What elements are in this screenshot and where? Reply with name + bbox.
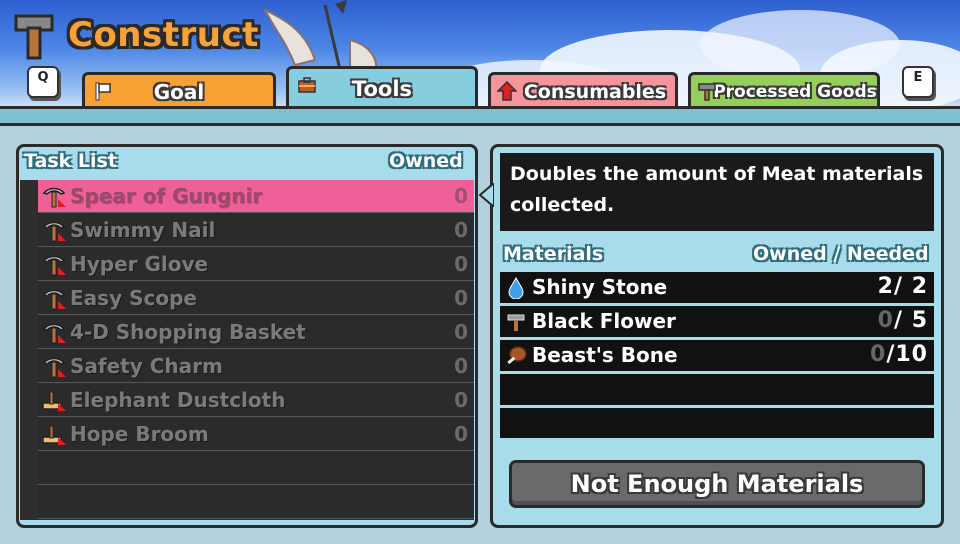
- task-item-spear-of-gungnir[interactable]: Spear of Gungnir 0: [38, 180, 474, 213]
- broom-icon: [42, 391, 66, 411]
- task-item-safety-charm[interactable]: Safety Charm 0: [38, 350, 474, 383]
- task-owned: 0: [454, 388, 468, 412]
- material-row-empty: [500, 374, 934, 407]
- task-list: Spear of Gungnir 0 Swimmy Nail 0 Hyper G…: [20, 180, 474, 520]
- material-row-empty: [500, 408, 934, 440]
- task-name: Elephant Dustcloth: [70, 388, 286, 412]
- task-item-hope-broom[interactable]: Hope Broom 0: [38, 418, 474, 451]
- task-item-empty: [38, 452, 474, 485]
- material-name: Beast's Bone: [532, 343, 678, 367]
- toolbox-icon: [298, 77, 316, 93]
- hammer-icon: [507, 314, 525, 331]
- task-name: Hyper Glove: [70, 252, 209, 276]
- task-item-hyper-glove[interactable]: Hyper Glove 0: [38, 248, 474, 281]
- material-quantity: 0/10: [870, 342, 928, 367]
- flag-icon: [95, 82, 111, 101]
- task-name: Hope Broom: [70, 422, 209, 446]
- pickaxe-icon: [42, 255, 66, 276]
- tab-label: Processed Goods: [713, 81, 877, 102]
- tab-processed-goods[interactable]: Processed Goods: [688, 72, 880, 108]
- pointer-arrow-icon: [478, 183, 494, 207]
- q-key-hint[interactable]: Q: [27, 66, 59, 98]
- material-row-shiny-stone[interactable]: Shiny Stone 2/ 2: [500, 272, 934, 305]
- pickaxe-icon: [42, 187, 66, 208]
- task-name: Spear of Gungnir: [70, 184, 263, 208]
- tab-strip: [0, 106, 960, 126]
- owned-header: Owned: [389, 150, 463, 172]
- pickaxe-icon: [42, 323, 66, 344]
- pickaxe-icon: [42, 357, 66, 378]
- tab-label: Tools: [351, 76, 413, 101]
- meat-icon: [507, 346, 527, 365]
- tab-tools[interactable]: Tools: [286, 66, 478, 108]
- up-arrow-icon: [497, 81, 517, 101]
- task-owned: 0: [454, 184, 468, 208]
- material-quantity: 2/ 2: [877, 274, 928, 299]
- broom-icon: [42, 425, 66, 445]
- task-name: 4-D Shopping Basket: [70, 320, 306, 344]
- task-name: Swimmy Nail: [70, 218, 216, 242]
- tab-goal[interactable]: Goal: [82, 72, 276, 108]
- task-name: Easy Scope: [70, 286, 197, 310]
- screen-title: Construct: [14, 8, 259, 62]
- pickaxe-icon: [42, 289, 66, 310]
- owned-needed-header: Owned / Needed: [753, 243, 929, 265]
- task-owned: 0: [454, 252, 468, 276]
- task-owned: 0: [454, 320, 468, 344]
- water-drop-icon: [508, 277, 524, 299]
- task-item-elephant-dustcloth[interactable]: Elephant Dustcloth 0: [38, 384, 474, 417]
- task-item-swimmy-nail[interactable]: Swimmy Nail 0: [38, 214, 474, 247]
- e-key-hint[interactable]: E: [902, 66, 934, 98]
- task-item-easy-scope[interactable]: Easy Scope 0: [38, 282, 474, 315]
- not-enough-materials-button[interactable]: Not Enough Materials: [509, 460, 925, 508]
- hammer-icon: [698, 83, 716, 101]
- hammer-icon: [14, 10, 54, 60]
- material-name: Black Flower: [532, 309, 676, 333]
- task-owned: 0: [454, 218, 468, 242]
- task-item-4d-shopping-basket[interactable]: 4-D Shopping Basket 0: [38, 316, 474, 349]
- page-title: Construct: [68, 15, 259, 55]
- task-name: Safety Charm: [70, 354, 223, 378]
- material-row-black-flower[interactable]: Black Flower 0/ 5: [500, 306, 934, 339]
- pickaxe-icon: [42, 221, 66, 242]
- task-owned: 0: [454, 422, 468, 446]
- material-quantity: 0/ 5: [877, 308, 928, 333]
- tab-label: Consumables: [523, 80, 667, 103]
- tab-label: Goal: [153, 79, 205, 104]
- material-name: Shiny Stone: [532, 275, 668, 299]
- task-item-empty: [38, 486, 474, 519]
- task-list-header: Task List: [24, 150, 117, 172]
- task-owned: 0: [454, 354, 468, 378]
- tab-consumables[interactable]: Consumables: [488, 72, 678, 108]
- material-row-beasts-bone[interactable]: Beast's Bone 0/10: [500, 340, 934, 373]
- materials-header: Materials: [503, 243, 604, 265]
- item-description: Doubles the amount of Meat materials col…: [500, 153, 934, 231]
- task-owned: 0: [454, 286, 468, 310]
